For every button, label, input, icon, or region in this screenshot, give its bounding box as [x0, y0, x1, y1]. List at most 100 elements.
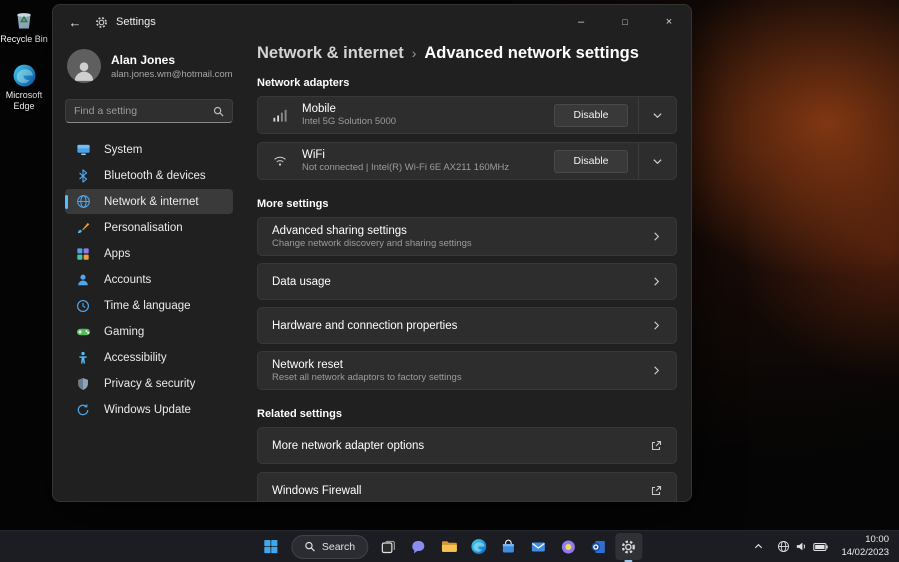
search-input[interactable]: [74, 105, 213, 117]
wifi-icon: [271, 154, 289, 168]
windows-firewall-card[interactable]: Windows Firewall: [257, 472, 677, 501]
store-bag-icon: [503, 539, 515, 552]
external-link-icon: [650, 485, 662, 497]
battery-icon: [813, 542, 829, 551]
task-view-button[interactable]: [375, 533, 402, 560]
sidebar-item-accounts[interactable]: Accounts: [65, 267, 233, 292]
sidebar-item-bluetooth-devices[interactable]: Bluetooth & devices: [65, 163, 233, 188]
recycle-bin-label: Recycle Bin: [0, 34, 48, 44]
expand-mobile-chevron[interactable]: [639, 97, 676, 133]
outlook-button[interactable]: [585, 533, 612, 560]
microsoft-edge-icon: [471, 539, 487, 554]
network-volume-battery-group[interactable]: [773, 537, 832, 556]
photos-icon: [562, 540, 576, 553]
accessibility-person-icon: [75, 350, 91, 366]
clock-time: 10:00: [865, 533, 889, 545]
window-controls: – □ ×: [559, 5, 691, 39]
sidebar-nav: System Bluetooth & devices Network & int…: [65, 137, 233, 422]
adapter-card-wifi[interactable]: WiFi Not connected | Intel(R) Wi-Fi 6E A…: [257, 142, 677, 180]
titlebar: ← Settings – □ ×: [53, 5, 691, 39]
external-link-icon: [650, 440, 662, 452]
page-title: Advanced network settings: [424, 43, 639, 62]
section-network-adapters: Network adapters: [257, 77, 350, 89]
settings-window: ← Settings – □ × Alan Jones alan.jones.w…: [52, 4, 692, 502]
chat-icon: [412, 540, 425, 553]
adapter-title: WiFi: [302, 149, 325, 161]
profile-email: alan.jones.wm@hotmail.com: [111, 68, 233, 80]
maximize-button[interactable]: □: [603, 5, 647, 39]
account-profile[interactable]: Alan Jones alan.jones.wm@hotmail.com: [65, 47, 233, 89]
breadcrumb-parent[interactable]: Network & internet: [257, 44, 404, 63]
settings-app-button[interactable]: [615, 533, 643, 560]
outlook-icon: [591, 540, 606, 553]
game-controller-icon: [75, 324, 91, 340]
chevron-right-icon: [651, 276, 662, 287]
more-network-adapter-options-card[interactable]: More network adapter options: [257, 427, 677, 464]
hidden-icons-chevron[interactable]: [753, 541, 764, 552]
adapter-subtitle: Not connected | Intel(R) Wi-Fi 6E AX211 …: [302, 162, 510, 173]
profile-name: Alan Jones: [111, 52, 176, 67]
folder-icon: [441, 541, 457, 552]
disable-wifi-button[interactable]: Disable: [554, 149, 628, 173]
taskbar-center: Search: [257, 531, 643, 562]
section-related-settings: Related settings: [257, 408, 342, 420]
store-button[interactable]: [495, 533, 522, 560]
shield-icon: [75, 376, 91, 392]
sidebar-item-gaming[interactable]: Gaming: [65, 319, 233, 344]
data-usage-card[interactable]: Data usage: [257, 263, 677, 300]
person-icon: [75, 272, 91, 288]
network-globe-icon: [778, 541, 790, 552]
breadcrumb: Network & internet › Advanced network se…: [257, 41, 677, 65]
sidebar-item-system[interactable]: System: [65, 137, 233, 162]
clock-icon: [75, 298, 91, 314]
sidebar-item-accessibility[interactable]: Accessibility: [65, 345, 233, 370]
paintbrush-icon: [75, 220, 91, 236]
sidebar-item-windows-update[interactable]: Windows Update: [65, 397, 233, 422]
taskbar-search[interactable]: Search: [290, 534, 369, 559]
sidebar-item-personalisation[interactable]: Personalisation: [65, 215, 233, 240]
search-icon: [213, 106, 224, 117]
windows-logo-icon: [263, 539, 277, 554]
advanced-sharing-settings-card[interactable]: Advanced sharing settings Change network…: [257, 217, 677, 256]
section-more-settings: More settings: [257, 198, 329, 210]
start-button[interactable]: [257, 533, 284, 560]
microsoft-edge-shortcut[interactable]: Microsoft Edge: [0, 62, 48, 111]
chevron-down-icon: [653, 158, 662, 164]
clock-date: 14/02/2023: [841, 546, 889, 558]
sidebar-item-privacy-security[interactable]: Privacy & security: [65, 371, 233, 396]
settings-gear-icon: [622, 539, 636, 554]
file-explorer-button[interactable]: [435, 533, 462, 560]
system-tray: 10:00 14/02/2023: [747, 531, 895, 562]
photos-button[interactable]: [555, 533, 582, 560]
mail-button[interactable]: [525, 533, 552, 560]
microsoft-edge-icon: [11, 62, 37, 88]
recycle-bin-shortcut[interactable]: Recycle Bin: [0, 6, 48, 44]
cellular-signal-icon: [271, 108, 289, 123]
sidebar-item-apps[interactable]: Apps: [65, 241, 233, 266]
bluetooth-icon: [75, 168, 91, 184]
close-button[interactable]: ×: [647, 5, 691, 39]
settings-gear-icon: [95, 16, 108, 29]
taskbar-clock[interactable]: 10:00 14/02/2023: [841, 534, 889, 560]
network-reset-card[interactable]: Network reset Reset all network adaptors…: [257, 351, 677, 390]
chevron-right-icon: [651, 231, 662, 242]
recycle-bin-icon: [11, 6, 37, 32]
edge-button[interactable]: [465, 533, 492, 560]
apps-grid-icon: [75, 246, 91, 262]
adapter-card-mobile[interactable]: Mobile Intel 5G Solution 5000 Disable: [257, 96, 677, 134]
sidebar-item-time-language[interactable]: Time & language: [65, 293, 233, 318]
back-button[interactable]: ←: [61, 10, 89, 34]
settings-search-box[interactable]: [65, 99, 233, 123]
chevron-down-icon: [653, 112, 662, 118]
hardware-connection-properties-card[interactable]: Hardware and connection properties: [257, 307, 677, 344]
chevron-right-icon: [651, 365, 662, 376]
chevron-right-icon: [651, 320, 662, 331]
sidebar-item-network-internet[interactable]: Network & internet: [65, 189, 233, 214]
expand-wifi-chevron[interactable]: [639, 143, 676, 179]
disable-mobile-button[interactable]: Disable: [554, 103, 628, 127]
minimize-button[interactable]: –: [559, 5, 603, 39]
breadcrumb-separator-icon: ›: [411, 45, 417, 61]
window-title: Settings: [116, 16, 156, 28]
chat-button[interactable]: [405, 533, 432, 560]
search-icon: [304, 541, 315, 552]
